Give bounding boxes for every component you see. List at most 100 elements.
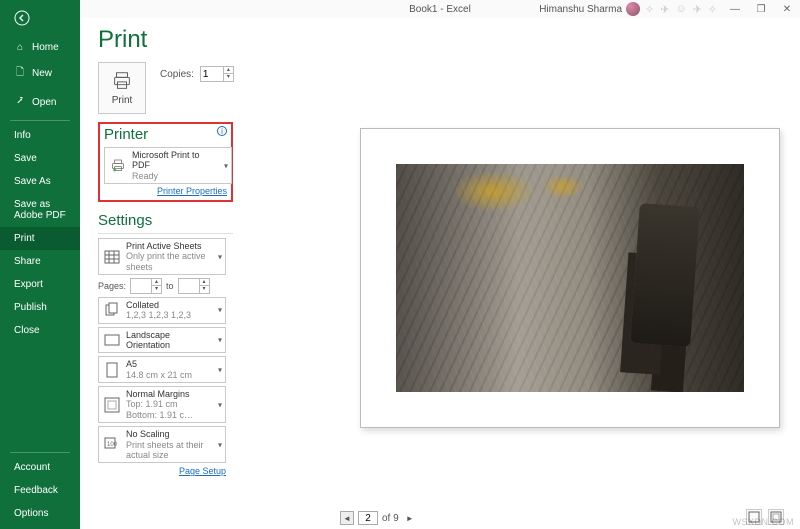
spin-down[interactable]: ▾ bbox=[151, 286, 161, 293]
copies-input[interactable] bbox=[201, 67, 223, 81]
restore-button[interactable]: ❐ bbox=[748, 0, 774, 18]
page-setup-link[interactable]: Page Setup bbox=[98, 466, 226, 476]
sidebar-item-feedback[interactable]: Feedback bbox=[0, 479, 80, 502]
sidebar-item-label: Close bbox=[14, 325, 40, 336]
print-what-dropdown[interactable]: Print Active Sheets Only print the activ… bbox=[98, 238, 226, 275]
copies-up[interactable]: ▴ bbox=[223, 67, 233, 74]
sidebar-item-account[interactable]: Account bbox=[0, 456, 80, 479]
dd-title: A5 bbox=[126, 359, 192, 369]
sidebar-item-label: Options bbox=[14, 508, 48, 519]
dd-sub: 14.8 cm x 21 cm bbox=[126, 370, 192, 380]
sidebar-item-label: Share bbox=[14, 256, 41, 267]
pages-from-input[interactable] bbox=[131, 279, 151, 293]
section-separator bbox=[98, 233, 233, 234]
copies-down[interactable]: ▾ bbox=[223, 74, 233, 81]
sidebar-item-close[interactable]: Close bbox=[0, 319, 80, 342]
close-button[interactable]: ✕ bbox=[774, 0, 800, 18]
prev-page-button[interactable]: ◄ bbox=[340, 511, 354, 525]
sidebar-separator bbox=[10, 120, 70, 121]
preview-image bbox=[396, 164, 744, 392]
pages-row: Pages: ▴▾ to ▴▾ bbox=[98, 278, 330, 294]
sidebar-item-print[interactable]: Print bbox=[0, 227, 80, 250]
window-controls: — ❐ ✕ bbox=[722, 0, 800, 18]
back-button[interactable] bbox=[0, 0, 80, 36]
sidebar-item-options[interactable]: Options bbox=[0, 502, 80, 525]
print-button[interactable]: Print bbox=[98, 62, 146, 114]
printer-properties-link[interactable]: Printer Properties bbox=[104, 186, 227, 196]
chevron-down-icon: ▾ bbox=[218, 336, 222, 345]
back-arrow-icon bbox=[14, 10, 30, 26]
main-area: Print Print Copies: ▴ ▾ bbox=[80, 18, 800, 529]
sidebar-item-info[interactable]: Info bbox=[0, 124, 80, 147]
printer-name: Microsoft Print to PDF bbox=[132, 150, 217, 171]
open-icon: ⭷ bbox=[14, 94, 26, 111]
sidebar-item-label: Publish bbox=[14, 302, 47, 313]
chevron-down-icon: ▾ bbox=[218, 365, 222, 374]
chevron-down-icon: ▾ bbox=[218, 252, 222, 261]
dd-title: No Scaling bbox=[126, 429, 211, 439]
dd-sub: 1,2,3 1,2,3 1,2,3 bbox=[126, 310, 191, 320]
titlebar: Book1 - Excel Himanshu Sharma ✧✈☺✈✧ — ❐ … bbox=[80, 0, 800, 18]
account-area[interactable]: Himanshu Sharma bbox=[539, 2, 640, 16]
preview-page bbox=[360, 128, 780, 428]
margins-dropdown[interactable]: Normal Margins Top: 1.91 cm Bottom: 1.91… bbox=[98, 386, 226, 423]
sidebar-item-save-adobe-pdf[interactable]: Save as Adobe PDF bbox=[0, 193, 80, 227]
sidebar-item-label: Export bbox=[14, 279, 43, 290]
sidebar-item-publish[interactable]: Publish bbox=[0, 296, 80, 319]
sidebar-item-export[interactable]: Export bbox=[0, 273, 80, 296]
watermark: WSXDN.COM bbox=[733, 517, 795, 527]
orientation-dropdown[interactable]: Landscape Orientation ▾ bbox=[98, 327, 226, 354]
copies-label: Copies: bbox=[160, 69, 194, 80]
sidebar-item-new[interactable]: 🗋 New bbox=[0, 59, 80, 88]
sidebar-item-label: Print bbox=[14, 233, 35, 244]
margins-icon bbox=[103, 396, 121, 414]
avatar bbox=[626, 2, 640, 16]
pages-to-input[interactable] bbox=[179, 279, 199, 293]
printer-info-icon[interactable]: i bbox=[217, 126, 227, 136]
chevron-down-icon: ▾ bbox=[218, 400, 222, 409]
spin-up[interactable]: ▴ bbox=[151, 279, 161, 286]
dd-title: Landscape Orientation bbox=[126, 330, 211, 351]
pages-from-spinner[interactable]: ▴▾ bbox=[130, 278, 162, 294]
sidebar-item-label: Feedback bbox=[14, 485, 58, 496]
minimize-button[interactable]: — bbox=[722, 0, 748, 18]
page-of-label: of 9 bbox=[382, 513, 399, 524]
sidebar-item-save[interactable]: Save bbox=[0, 147, 80, 170]
sidebar-separator bbox=[10, 452, 70, 453]
printer-section-title: Printer bbox=[104, 126, 227, 143]
sidebar-item-label: Save bbox=[14, 153, 37, 164]
svg-text:100: 100 bbox=[107, 442, 118, 448]
dd-sub: Only print the active sheets bbox=[126, 251, 211, 272]
printer-icon bbox=[111, 70, 133, 92]
sidebar-item-save-as[interactable]: Save As bbox=[0, 170, 80, 193]
paper-icon bbox=[103, 361, 121, 379]
scaling-dropdown[interactable]: 100 No Scaling Print sheets at their act… bbox=[98, 426, 226, 463]
scaling-icon: 100 bbox=[103, 436, 121, 454]
collate-dropdown[interactable]: Collated 1,2,3 1,2,3 1,2,3 ▾ bbox=[98, 297, 226, 324]
chevron-down-icon: ▾ bbox=[218, 306, 222, 315]
spin-up[interactable]: ▴ bbox=[199, 279, 209, 286]
printer-section-highlight: Printer i Microsoft Print to PDF Ready ▾… bbox=[98, 122, 233, 202]
sidebar-item-label: New bbox=[32, 68, 52, 79]
dd-sub: Top: 1.91 cm Bottom: 1.91 c… bbox=[126, 399, 211, 420]
printer-dropdown[interactable]: Microsoft Print to PDF Ready ▾ bbox=[104, 147, 232, 184]
print-button-label: Print bbox=[112, 95, 133, 106]
sidebar-item-home[interactable]: ⌂ Home bbox=[0, 36, 80, 59]
chevron-down-icon: ▾ bbox=[224, 161, 228, 170]
next-page-button[interactable]: ► bbox=[403, 511, 417, 525]
dd-title: Print Active Sheets bbox=[126, 241, 211, 251]
sidebar-item-label: Save as Adobe PDF bbox=[14, 199, 70, 221]
spin-down[interactable]: ▾ bbox=[199, 286, 209, 293]
sidebar-item-open[interactable]: ⭷ Open bbox=[0, 88, 80, 117]
settings-section-title: Settings bbox=[98, 212, 330, 229]
chevron-down-icon: ▾ bbox=[218, 440, 222, 449]
current-page-input[interactable] bbox=[358, 511, 378, 525]
orientation-icon bbox=[103, 331, 121, 349]
paper-size-dropdown[interactable]: A5 14.8 cm x 21 cm ▾ bbox=[98, 356, 226, 383]
pages-to-spinner[interactable]: ▴▾ bbox=[178, 278, 210, 294]
dd-sub: Print sheets at their actual size bbox=[126, 440, 211, 461]
copies-spinner[interactable]: ▴ ▾ bbox=[200, 66, 234, 82]
sidebar-item-share[interactable]: Share bbox=[0, 250, 80, 273]
sidebar-item-label: Open bbox=[32, 97, 56, 108]
collate-icon bbox=[103, 301, 121, 319]
